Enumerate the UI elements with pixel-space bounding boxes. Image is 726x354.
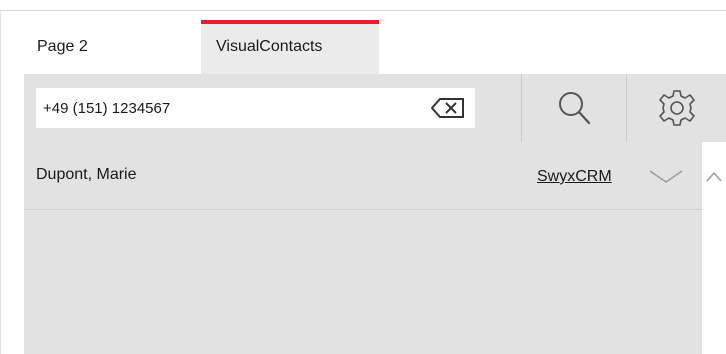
search-input[interactable] bbox=[36, 88, 426, 128]
tab-page-2[interactable]: Page 2 bbox=[24, 20, 199, 74]
chevron-down-icon bbox=[649, 170, 683, 183]
chevron-up-icon bbox=[706, 171, 722, 182]
search-box bbox=[36, 88, 475, 128]
tab-label: Page 2 bbox=[37, 38, 88, 55]
search-button[interactable] bbox=[522, 74, 626, 142]
window-left-edge bbox=[0, 10, 1, 354]
clear-button[interactable] bbox=[430, 97, 467, 119]
tab-label: VisualContacts bbox=[216, 38, 323, 55]
tab-visualcontacts[interactable]: VisualContacts bbox=[201, 20, 379, 74]
contact-row[interactable]: Dupont, Marie SwyxCRM bbox=[24, 142, 702, 210]
active-tab-indicator bbox=[201, 20, 379, 24]
search-icon bbox=[559, 92, 591, 125]
expand-contact-button[interactable] bbox=[646, 162, 686, 192]
scroll-up-button[interactable] bbox=[705, 170, 723, 184]
backspace-clear-icon bbox=[430, 98, 464, 118]
crm-source-link[interactable]: SwyxCRM bbox=[537, 168, 612, 186]
settings-button[interactable] bbox=[627, 74, 726, 142]
gear-icon bbox=[658, 90, 695, 126]
contact-name: Dupont, Marie bbox=[36, 166, 137, 183]
results-scrollbar[interactable] bbox=[702, 142, 726, 354]
top-divider bbox=[0, 0, 726, 11]
